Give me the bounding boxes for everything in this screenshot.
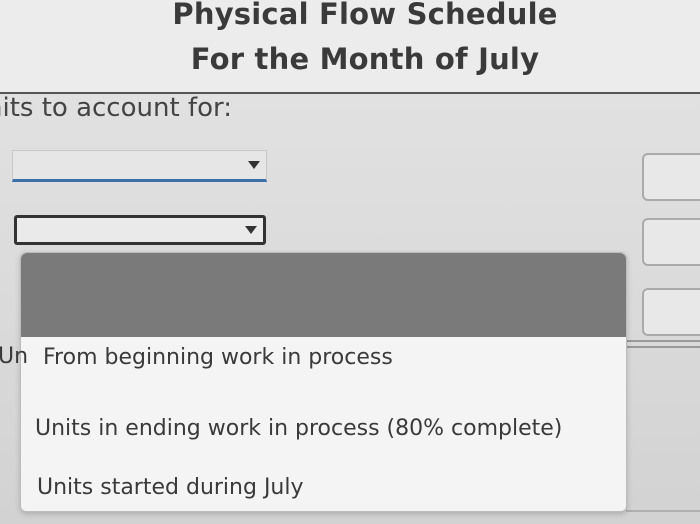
amount-input-1[interactable] (642, 153, 700, 201)
dropdown-menu: From beginning work in process Units in … (20, 252, 627, 512)
schedule-header: Physical Flow Schedule For the Month of … (0, 0, 700, 94)
chevron-down-icon (245, 226, 257, 234)
total-rule (626, 346, 700, 348)
row-label-select-2[interactable] (14, 215, 266, 245)
row-label-select-1[interactable] (12, 150, 267, 182)
divider (626, 510, 700, 512)
total-rule (626, 340, 700, 342)
dropdown-option[interactable]: From beginning work in process (43, 345, 393, 370)
section-label: nits to account for: (0, 93, 232, 123)
dropdown-option[interactable]: Units in ending work in process (80% com… (35, 416, 562, 441)
underlying-row-label: Un (0, 344, 29, 369)
schedule-title: Physical Flow Schedule (172, 0, 558, 31)
dropdown-option[interactable]: Units started during July (37, 475, 304, 500)
worksheet-page: Physical Flow Schedule For the Month of … (0, 0, 700, 524)
schedule-subtitle: For the Month of July (190, 42, 540, 76)
dropdown-blank-option[interactable] (21, 253, 626, 337)
amount-input-3[interactable] (642, 288, 700, 336)
amount-input-2[interactable] (642, 218, 700, 266)
chevron-down-icon (248, 161, 260, 169)
